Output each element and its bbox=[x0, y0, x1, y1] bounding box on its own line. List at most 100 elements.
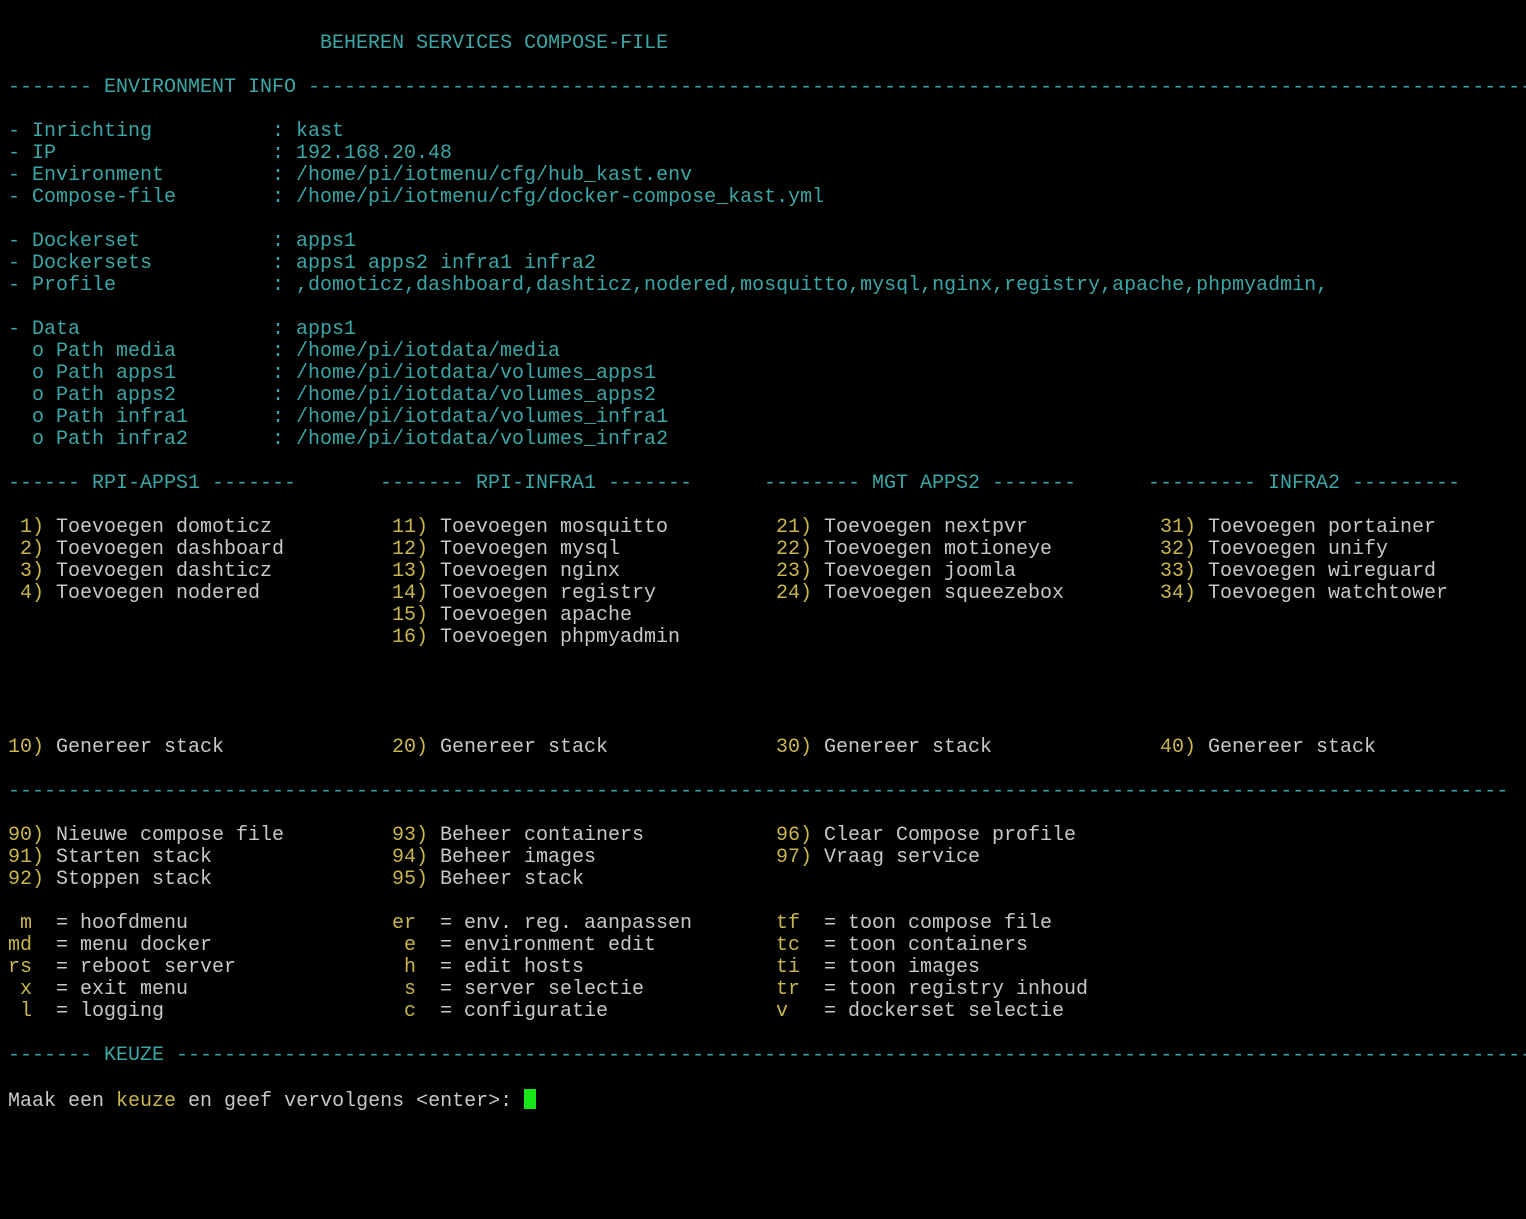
option-key: 33) bbox=[1160, 560, 1197, 583]
terminal-screen: ----------------------------------------… bbox=[8, 0, 1526, 1113]
option-label: = env. reg. aanpassen bbox=[428, 912, 693, 935]
generate-row: 10) Genereer stack 20) Genereer stack 30) … bbox=[8, 737, 1518, 759]
option-label: Toevoegen dashboard bbox=[44, 538, 285, 561]
menu-option[interactable]: md = menu docker bbox=[8, 935, 212, 957]
data-path-info-row: o Path infra2: /home/pi/iotdata/volumes_… bbox=[8, 429, 1518, 451]
menu-option[interactable]: 32) Toevoegen unify bbox=[1160, 539, 1388, 561]
option-label: Vraag service bbox=[812, 846, 981, 869]
option-key: 11) bbox=[392, 516, 429, 539]
menu-option[interactable]: 1) Toevoegen domoticz bbox=[8, 517, 272, 539]
menu-option[interactable]: x = exit menu bbox=[8, 979, 188, 1001]
group-header: -------- MGT APPS2 ------- bbox=[764, 472, 1077, 495]
option-label: Toevoegen registry bbox=[428, 582, 657, 605]
menu-option[interactable]: s = server selectie bbox=[392, 979, 644, 1001]
menu-option[interactable]: 10) Genereer stack bbox=[8, 737, 224, 759]
option-key: 97) bbox=[776, 846, 813, 869]
data-path-info-row: o Path infra1: /home/pi/iotdata/volumes_… bbox=[8, 407, 1518, 429]
menu-option[interactable]: 11) Toevoegen mosquitto bbox=[392, 517, 668, 539]
menu-option[interactable]: 91) Starten stack bbox=[8, 847, 212, 869]
option-key: 95) bbox=[392, 868, 429, 891]
menu-option[interactable]: 94) Beheer images bbox=[392, 847, 596, 869]
menu-option[interactable]: 21) Toevoegen nextpvr bbox=[776, 517, 1028, 539]
menu-option[interactable]: 12) Toevoegen mysql bbox=[392, 539, 620, 561]
env-info-row: - Compose-file: /home/pi/iotmenu/cfg/doc… bbox=[8, 187, 1518, 209]
menu-option[interactable]: c = configuratie bbox=[392, 1001, 608, 1023]
menu-option[interactable]: 40) Genereer stack bbox=[1160, 737, 1376, 759]
env-info-value: : /home/pi/iotmenu/cfg/docker-compose_ka… bbox=[272, 186, 825, 209]
data-path-info-value: : /home/pi/iotdata/volumes_infra1 bbox=[272, 406, 669, 429]
menu-option[interactable]: 33) Toevoegen wireguard bbox=[1160, 561, 1436, 583]
prompt-text: Maak een bbox=[8, 1090, 117, 1113]
option-key: md bbox=[8, 934, 45, 957]
option-key: 93) bbox=[392, 824, 429, 847]
option-label: = menu docker bbox=[44, 934, 213, 957]
data-path-info-label: o Path apps1 bbox=[8, 362, 177, 385]
data-path-info-label: o Path apps2 bbox=[8, 384, 177, 407]
option-label: = reboot server bbox=[44, 956, 237, 979]
menu-option[interactable]: v = dockerset selectie bbox=[776, 1001, 1064, 1023]
menu-option[interactable]: 4) Toevoegen nodered bbox=[8, 583, 260, 605]
menu-option[interactable]: tf = toon compose file bbox=[776, 913, 1052, 935]
option-key: 13) bbox=[392, 560, 429, 583]
menu-option[interactable]: 24) Toevoegen squeezebox bbox=[776, 583, 1064, 605]
option-label: = toon containers bbox=[812, 934, 1029, 957]
env-info-header: ------- ENVIRONMENT INFO ---------------… bbox=[8, 77, 1526, 99]
option-key: 3) bbox=[8, 560, 45, 583]
menu-option[interactable]: ti = toon images bbox=[776, 957, 980, 979]
menu-row: 16) Toevoegen phpmyadmin bbox=[8, 627, 1518, 649]
option-key: 31) bbox=[1160, 516, 1197, 539]
menu-option[interactable]: rs = reboot server bbox=[8, 957, 236, 979]
menu-option[interactable]: 97) Vraag service bbox=[776, 847, 980, 869]
menu-option[interactable]: 22) Toevoegen motioneye bbox=[776, 539, 1052, 561]
menu-option[interactable]: 20) Genereer stack bbox=[392, 737, 608, 759]
option-label: Toevoegen mosquitto bbox=[428, 516, 669, 539]
menu-option[interactable]: 23) Toevoegen joomla bbox=[776, 561, 1016, 583]
data-path-info-row: o Path media: /home/pi/iotdata/media bbox=[8, 341, 1518, 363]
menu-option[interactable]: 16) Toevoegen phpmyadmin bbox=[392, 627, 680, 649]
option-key: 92) bbox=[8, 868, 45, 891]
option-key: 16) bbox=[392, 626, 429, 649]
menu-option[interactable]: m = hoofdmenu bbox=[8, 913, 188, 935]
menu-option[interactable]: 13) Toevoegen nginx bbox=[392, 561, 620, 583]
action-row: 91) Starten stack 94) Beheer images 97) Vr… bbox=[8, 847, 1518, 869]
menu-option[interactable]: 15) Toevoegen apache bbox=[392, 605, 632, 627]
menu-option[interactable]: 2) Toevoegen dashboard bbox=[8, 539, 284, 561]
rule-text: ----------------------------------------… bbox=[8, 0, 1508, 11]
menu-option[interactable]: tc = toon containers bbox=[776, 935, 1028, 957]
menu-option[interactable]: er = env. reg. aanpassen bbox=[392, 913, 692, 935]
menu-option[interactable]: 92) Stoppen stack bbox=[8, 869, 212, 891]
option-label: = configuratie bbox=[428, 1000, 609, 1023]
menu-row: 4) Toevoegen nodered 14) Toevoegen regist… bbox=[8, 583, 1518, 605]
shortcut-row: x = exit menu s = server selectie tr = to… bbox=[8, 979, 1518, 1001]
option-label: = logging bbox=[44, 1000, 165, 1023]
menu-option[interactable]: l = logging bbox=[8, 1001, 164, 1023]
data-path-info-label: - Data bbox=[8, 318, 81, 341]
option-label: Toevoegen unify bbox=[1196, 538, 1389, 561]
dockerset-info-label: - Dockersets bbox=[8, 252, 153, 275]
menu-option[interactable]: 30) Genereer stack bbox=[776, 737, 992, 759]
menu-option[interactable]: 34) Toevoegen watchtower bbox=[1160, 583, 1448, 605]
menu-option[interactable]: tr = toon registry inhoud bbox=[776, 979, 1088, 1001]
menu-option[interactable]: 3) Toevoegen dashticz bbox=[8, 561, 272, 583]
menu-option[interactable]: 95) Beheer stack bbox=[392, 869, 584, 891]
menu-option[interactable]: 93) Beheer containers bbox=[392, 825, 644, 847]
menu-option[interactable]: 90) Nieuwe compose file bbox=[8, 825, 284, 847]
action-row: 92) Stoppen stack 95) Beheer stack bbox=[8, 869, 1518, 891]
menu-option[interactable]: e = environment edit bbox=[392, 935, 656, 957]
option-key: 32) bbox=[1160, 538, 1197, 561]
keuze-header: ------- KEUZE --------------------------… bbox=[8, 1045, 1526, 1067]
data-path-info-value: : apps1 bbox=[272, 318, 357, 341]
prompt-text: en geef vervolgens <enter>: bbox=[176, 1090, 525, 1113]
menu-option[interactable]: 96) Clear Compose profile bbox=[776, 825, 1076, 847]
menu-option[interactable]: h = edit hosts bbox=[392, 957, 584, 979]
menu-option[interactable]: 14) Toevoegen registry bbox=[392, 583, 656, 605]
input-cursor[interactable] bbox=[524, 1089, 537, 1109]
menu-option[interactable]: 31) Toevoegen portainer bbox=[1160, 517, 1436, 539]
env-info-value: : kast bbox=[272, 120, 345, 143]
group-header: --------- INFRA2 --------- bbox=[1148, 472, 1461, 495]
